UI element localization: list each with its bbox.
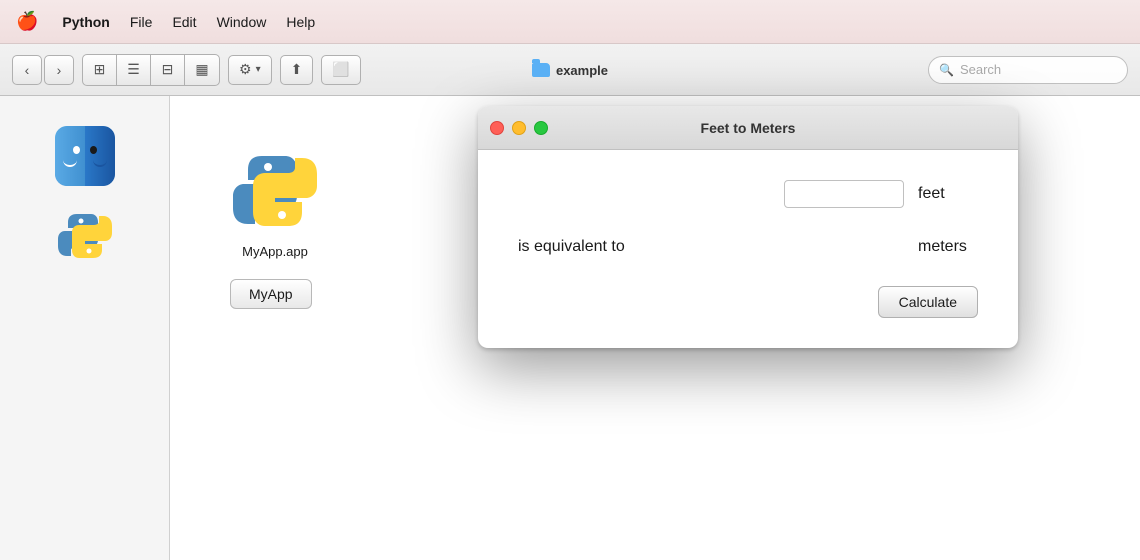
dialog-titlebar: Feet to Meters xyxy=(478,106,1018,150)
menu-python[interactable]: Python xyxy=(62,14,109,30)
tag-button[interactable]: ⬜ xyxy=(321,55,360,85)
close-button[interactable] xyxy=(490,121,504,135)
finder-icon xyxy=(55,126,115,186)
sidebar-item-finder[interactable] xyxy=(55,126,115,186)
calculate-row: Calculate xyxy=(518,286,978,318)
feet-row: feet xyxy=(518,180,978,208)
calculate-button[interactable]: Calculate xyxy=(878,286,978,318)
sidebar xyxy=(0,96,170,560)
dialog-body: feet is equivalent to meters Calculate xyxy=(478,150,1018,348)
apple-menu[interactable]: 🍎 xyxy=(16,11,38,32)
search-placeholder: Search xyxy=(960,62,1001,77)
back-button[interactable]: ‹ xyxy=(12,55,42,85)
column-icon: ⊟ xyxy=(162,61,174,78)
search-icon: 🔍 xyxy=(939,63,954,77)
python-app-icon xyxy=(230,146,320,236)
menu-file[interactable]: File xyxy=(130,14,153,30)
gallery-icon: ▦ xyxy=(195,61,208,78)
grid-icon: ⊞ xyxy=(94,61,106,78)
minimize-button[interactable] xyxy=(512,121,526,135)
menu-help[interactable]: Help xyxy=(286,14,315,30)
chevron-left-icon: ‹ xyxy=(25,62,30,78)
action-button[interactable]: ⚙ ▾ xyxy=(228,55,272,85)
feet-to-meters-dialog: Feet to Meters feet is equivalent to met… xyxy=(478,106,1018,348)
myapp-file-item: MyApp.app xyxy=(230,146,320,259)
window-controls xyxy=(490,121,548,135)
search-box[interactable]: 🔍 Search xyxy=(928,56,1128,84)
myapp-label: MyApp.app xyxy=(242,244,308,259)
menu-edit[interactable]: Edit xyxy=(172,14,196,30)
column-view-button[interactable]: ⊟ xyxy=(151,55,185,85)
forward-button[interactable]: › xyxy=(44,55,74,85)
list-icon: ☰ xyxy=(127,61,140,78)
meters-label: meters xyxy=(918,238,978,256)
chevron-right-icon: › xyxy=(57,62,62,78)
myapp-button[interactable]: MyApp xyxy=(230,279,312,309)
equiv-label: is equivalent to xyxy=(518,238,625,256)
toolbar: ‹ › ⊞ ☰ ⊟ ▦ ⚙ ▾ ⬆ ⬜ 🔍 Search xyxy=(0,44,1140,96)
list-view-button[interactable]: ☰ xyxy=(117,55,151,85)
fullscreen-button[interactable] xyxy=(534,121,548,135)
action-chevron-icon: ▾ xyxy=(256,64,261,75)
python-icon-small xyxy=(55,206,115,266)
nav-buttons: ‹ › xyxy=(12,55,74,85)
menu-window[interactable]: Window xyxy=(217,14,267,30)
feet-input[interactable] xyxy=(784,180,904,208)
tag-icon: ⬜ xyxy=(332,61,349,78)
main-content: MyApp.app MyApp Feet to Meters feet is xyxy=(0,96,1140,560)
dialog-title: Feet to Meters xyxy=(701,120,796,136)
sidebar-item-python[interactable] xyxy=(55,206,115,266)
menu-bar: 🍎 Python File Edit Window Help xyxy=(0,0,1140,44)
view-toggle: ⊞ ☰ ⊟ ▦ xyxy=(82,54,220,86)
gear-icon: ⚙ xyxy=(239,61,252,78)
icon-view-button[interactable]: ⊞ xyxy=(83,55,117,85)
share-button[interactable]: ⬆ xyxy=(280,55,314,85)
gallery-view-button[interactable]: ▦ xyxy=(185,55,219,85)
share-icon: ⬆ xyxy=(291,61,303,78)
meters-row: is equivalent to meters xyxy=(518,238,978,256)
feet-label: feet xyxy=(918,185,978,203)
